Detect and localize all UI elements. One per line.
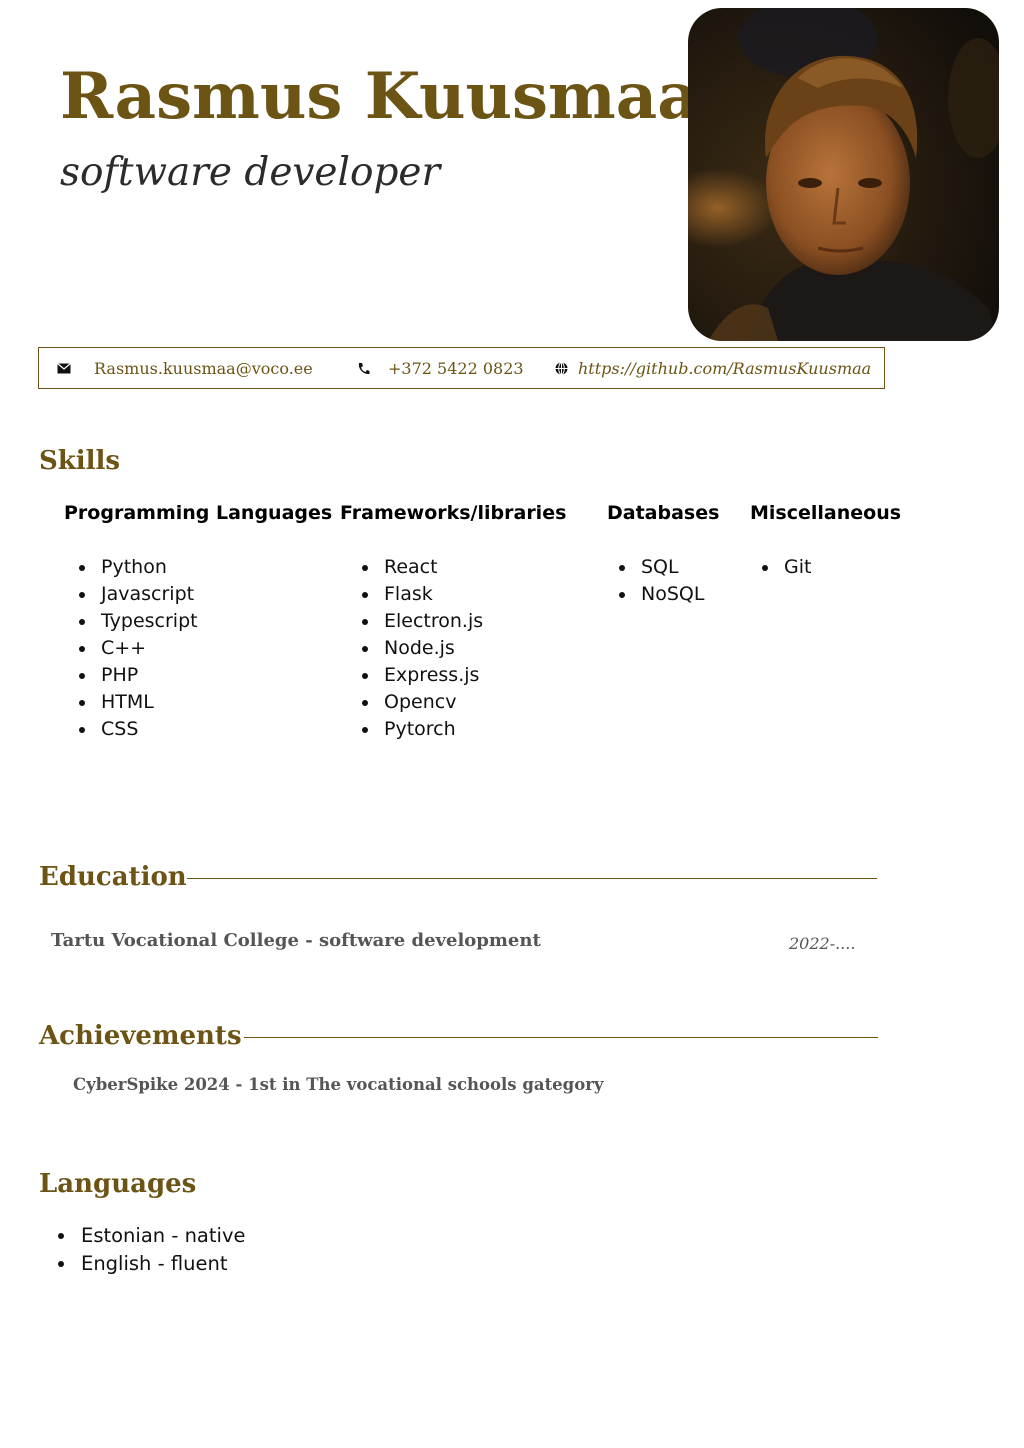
list-item: Pytorch	[362, 716, 566, 743]
list-item: React	[362, 554, 566, 581]
list-item: Typescript	[79, 608, 332, 635]
education-date: 2022-....	[789, 934, 856, 953]
list-item: HTML	[79, 689, 332, 716]
contact-website[interactable]: https://github.com/RasmusKuusmaa	[555, 348, 871, 388]
list-item: C++	[79, 635, 332, 662]
website-link[interactable]: https://github.com/RasmusKuusmaa	[578, 359, 871, 378]
list-item: CSS	[79, 716, 332, 743]
achievements-heading: Achievements	[39, 1021, 242, 1051]
list-item: English - fluent	[58, 1250, 245, 1278]
skills-column-title: Databases	[607, 502, 720, 524]
achievement-entry: CyberSpike 2024 - 1st in The vocational …	[73, 1075, 604, 1094]
skills-column-miscellaneous: Miscellaneous Git	[750, 502, 901, 581]
contact-email[interactable]: Rasmus.kuusmaa@voco.ee	[57, 348, 313, 388]
list-item: Express.js	[362, 662, 566, 689]
skills-column-programming-languages: Programming Languages Python Javascript …	[64, 502, 332, 743]
phone-icon	[357, 362, 370, 375]
profile-photo	[688, 8, 999, 341]
contact-bar: Rasmus.kuusmaa@voco.ee +372 5422 0823 ht…	[38, 347, 885, 389]
education-entry: Tartu Vocational College - software deve…	[51, 930, 541, 951]
list-item: Flask	[362, 581, 566, 608]
list-item: Electron.js	[362, 608, 566, 635]
skills-column-databases: Databases SQL NoSQL	[607, 502, 719, 608]
envelope-icon	[57, 362, 71, 374]
globe-icon	[555, 361, 568, 375]
skills-column-title: Frameworks/libraries	[340, 502, 567, 524]
languages-list: Estonian - native English - fluent	[58, 1222, 245, 1278]
languages-heading: Languages	[39, 1169, 197, 1199]
contact-phone[interactable]: +372 5422 0823	[357, 348, 524, 388]
skills-column-title: Programming Languages	[64, 502, 333, 524]
section-divider	[244, 1037, 878, 1038]
list-item: Git	[762, 554, 901, 581]
list-item: Opencv	[362, 689, 566, 716]
resume-title: software developer	[60, 150, 441, 195]
education-heading: Education	[39, 862, 187, 892]
skills-column-frameworks: Frameworks/libraries React Flask Electro…	[340, 502, 566, 743]
list-item: Javascript	[79, 581, 332, 608]
list-item: NoSQL	[619, 581, 719, 608]
email-text: Rasmus.kuusmaa@voco.ee	[94, 358, 313, 378]
phone-text: +372 5422 0823	[388, 358, 524, 378]
list-item: SQL	[619, 554, 719, 581]
list-item: Estonian - native	[58, 1222, 245, 1250]
list-item: Node.js	[362, 635, 566, 662]
skills-heading: Skills	[39, 446, 121, 476]
list-item: PHP	[79, 662, 332, 689]
skills-column-title: Miscellaneous	[750, 502, 902, 524]
resume-name: Rasmus Kuusmaa	[60, 59, 699, 134]
section-divider	[187, 878, 877, 879]
list-item: Python	[79, 554, 332, 581]
